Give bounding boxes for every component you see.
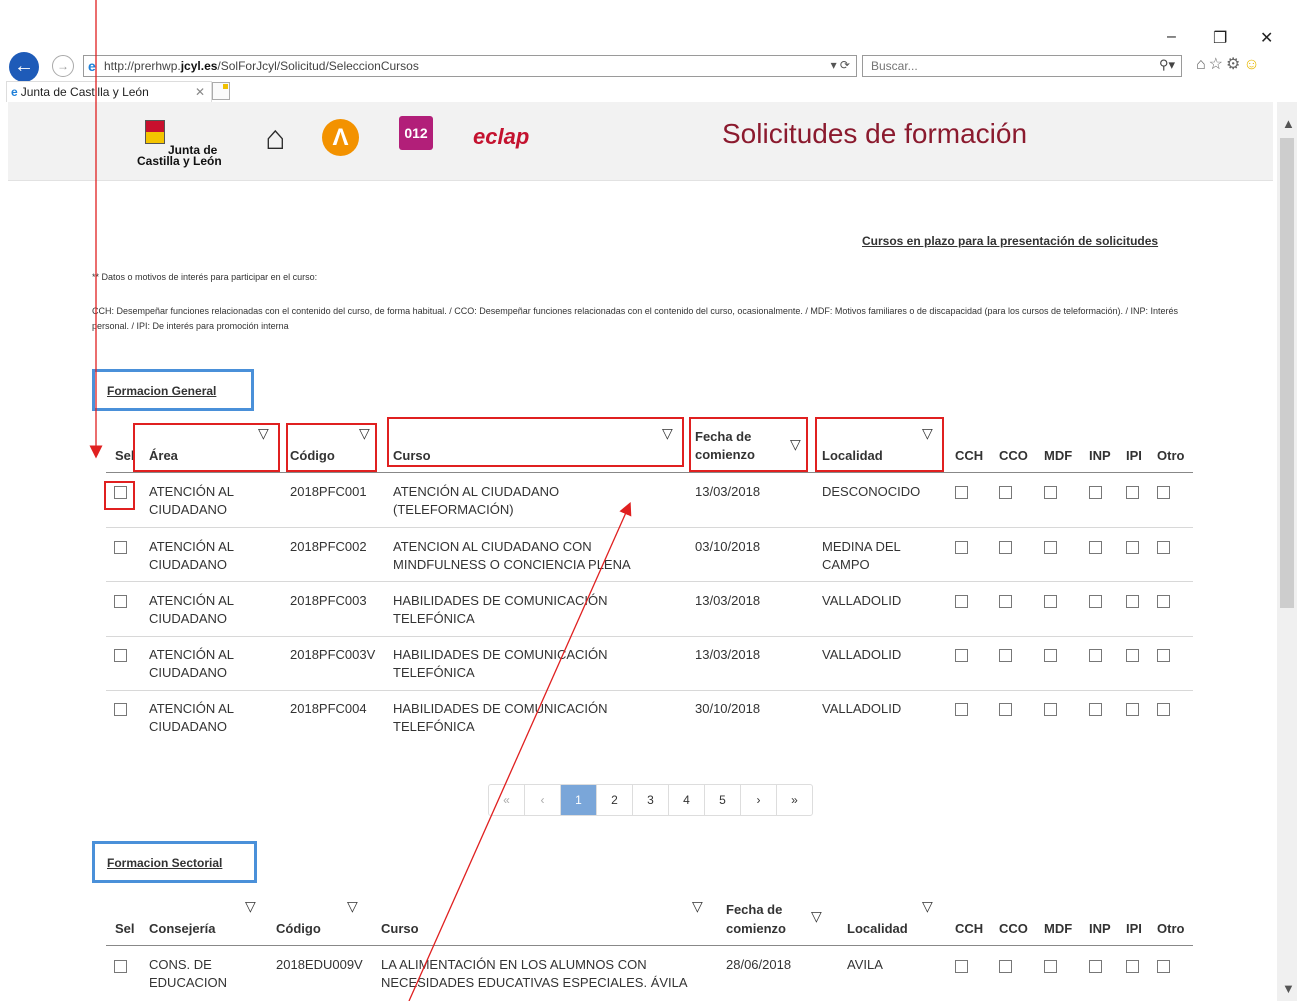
annotation-arrows (89, 0, 632, 1001)
annotation-arrow-diagonal (408, 502, 632, 1001)
